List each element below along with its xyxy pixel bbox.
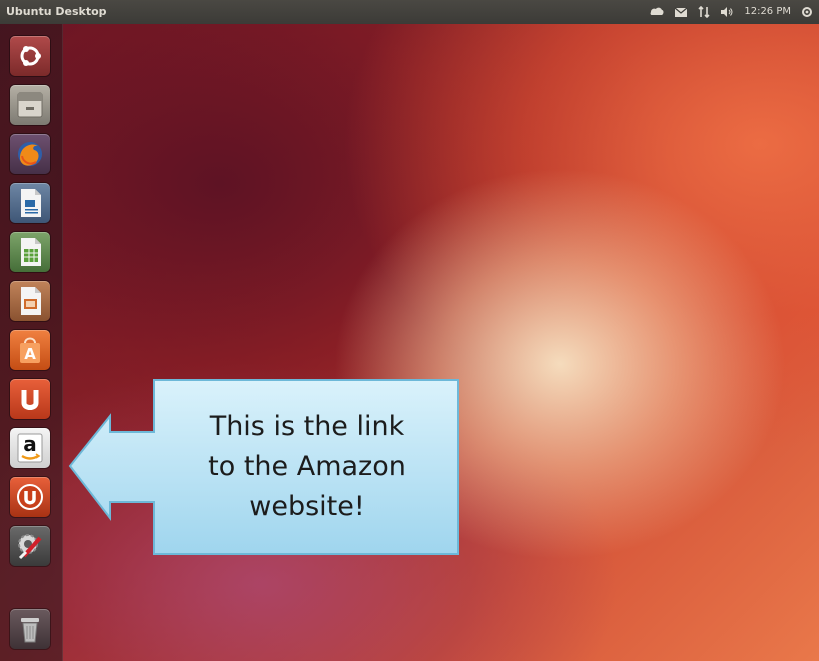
- launcher-item-libreoffice-writer[interactable]: [10, 183, 50, 223]
- firefox-icon: [14, 138, 46, 170]
- messaging-icon[interactable]: [650, 6, 664, 18]
- volume-icon[interactable]: [720, 6, 734, 18]
- network-icon[interactable]: [698, 6, 710, 18]
- launcher-item-amazon[interactable]: a: [10, 428, 50, 468]
- amazon-link-callout: This is the link to the Amazon website!: [66, 376, 466, 558]
- panel-title: Ubuntu Desktop: [6, 5, 107, 18]
- amazon-letter: a: [23, 432, 37, 456]
- writer-document-icon: [16, 187, 44, 219]
- impress-presentation-icon: [16, 285, 44, 317]
- launcher-item-files[interactable]: [10, 85, 50, 125]
- file-cabinet-icon: [15, 90, 45, 120]
- settings-wrench-icon: [14, 530, 46, 562]
- mail-icon[interactable]: [674, 7, 688, 18]
- launcher-item-firefox[interactable]: [10, 134, 50, 174]
- launcher-item-dash-home[interactable]: [10, 36, 50, 76]
- ubuntu-one-icon: [15, 383, 45, 415]
- clock[interactable]: 12:26 PM: [744, 0, 791, 24]
- session-gear-icon[interactable]: [801, 6, 813, 18]
- ubuntu-screen: Ubuntu Desktop 12:26 PM A a This is the …: [0, 0, 819, 661]
- callout-line-3: website!: [249, 491, 365, 522]
- launcher-item-libreoffice-impress[interactable]: [10, 281, 50, 321]
- launcher-item-libreoffice-calc[interactable]: [10, 232, 50, 272]
- svg-text:A: A: [24, 345, 36, 363]
- ubuntu-logo-icon: [16, 42, 44, 70]
- launcher: A a: [0, 24, 63, 661]
- callout-text: This is the link to the Amazon website!: [154, 382, 460, 552]
- calc-spreadsheet-icon: [16, 236, 44, 268]
- callout-line-1: This is the link: [209, 411, 405, 442]
- callout-line-2: to the Amazon: [208, 451, 406, 482]
- trash-icon: [15, 613, 45, 645]
- launcher-item-ubuntu-one-music[interactable]: [10, 477, 50, 517]
- desktop-wallpaper: [0, 24, 819, 661]
- launcher-item-trash[interactable]: [10, 609, 50, 649]
- indicator-area: 12:26 PM: [650, 0, 813, 24]
- launcher-item-system-settings[interactable]: [10, 526, 50, 566]
- launcher-item-ubuntu-software-center[interactable]: A: [10, 330, 50, 370]
- top-panel: Ubuntu Desktop 12:26 PM: [0, 0, 819, 24]
- shopping-bag-icon: A: [15, 334, 45, 366]
- launcher-item-ubuntu-one[interactable]: [10, 379, 50, 419]
- ubuntu-one-music-icon: [14, 481, 46, 513]
